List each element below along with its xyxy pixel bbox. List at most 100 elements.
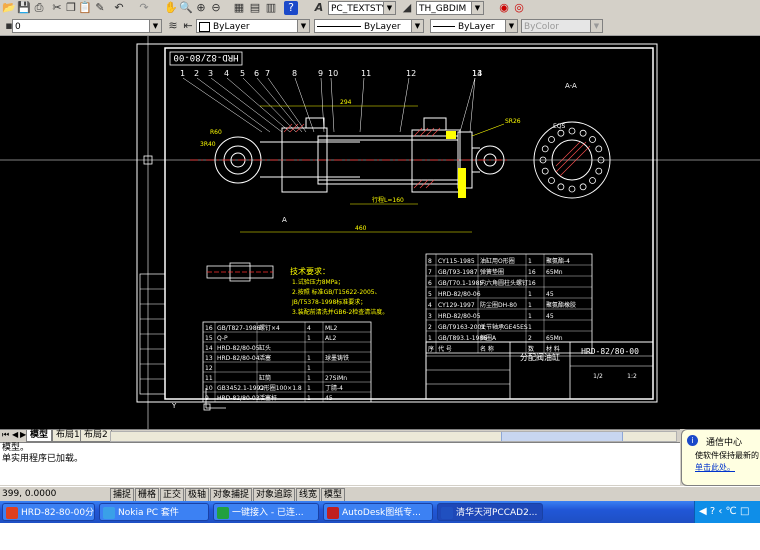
balloon-number: 6	[254, 69, 259, 78]
balloon-number: 1	[180, 69, 185, 78]
command-prompt[interactable]	[0, 465, 680, 476]
tab-model[interactable]: 模型	[26, 430, 53, 442]
taskbar-item-3[interactable]: AutoDesk图纸专...	[323, 503, 433, 521]
properties-icon[interactable]: ▦	[232, 1, 246, 15]
table-cell: 45	[546, 291, 554, 298]
table-cell: 11	[205, 375, 213, 382]
table-cell: 8	[428, 258, 432, 265]
text-style-icon[interactable]: A	[312, 1, 326, 15]
lineweight-combo[interactable]: ByLayer ▼	[430, 19, 518, 33]
open-icon[interactable]: 📂	[2, 1, 16, 15]
bolt-hole	[548, 136, 555, 143]
table-cell: 缸头	[259, 344, 271, 352]
make-current-layer-icon[interactable]: ≋	[166, 19, 180, 33]
command-line-2: 单实用程序已加载。	[2, 454, 84, 464]
print-icon[interactable]: ⎙	[32, 1, 46, 15]
table-cell: 7	[428, 269, 432, 276]
tech-line: 1.试验压力8MPa；	[292, 278, 344, 286]
command-window[interactable]: 模型。 单实用程序已加载。	[0, 442, 680, 485]
redo-icon[interactable]: ↷	[137, 1, 151, 15]
tray-icons[interactable]: ◀ ? ‹ ℃ □	[699, 506, 749, 517]
zoom-previous-icon[interactable]: ⊖	[209, 1, 223, 15]
pan-icon[interactable]: ✋	[164, 1, 178, 15]
undo-icon[interactable]: ↶	[112, 1, 126, 15]
notification-link[interactable]: 单击此处。	[695, 462, 735, 473]
balloon-number: 9	[318, 69, 323, 78]
stop-icon[interactable]: ◎	[512, 1, 526, 15]
color-value: ByLayer	[213, 22, 250, 32]
tab-layout1[interactable]: 布局1	[52, 430, 84, 442]
drawing-canvas[interactable]: HRD-82/80-00 1 2 3 4 5 6 7 8 9 10 11 12 13 14	[0, 36, 760, 429]
publish-icon[interactable]: ◉	[497, 1, 511, 15]
table-cell: GB/T827-1986	[217, 325, 261, 332]
color-combo[interactable]: ByLayer ▼	[196, 19, 310, 33]
dim-style-combo[interactable]: TH_GBDIM ▼	[416, 1, 484, 15]
status-toggle-6[interactable]: 线宽	[296, 488, 321, 502]
table-cell: Q-P	[217, 335, 228, 342]
balloon-number: 7	[265, 69, 270, 78]
dim-style-icon[interactable]: ◢	[400, 1, 414, 15]
taskbar-item-4[interactable]: 清华天河PCCAD2...	[437, 503, 543, 521]
match-prop-icon[interactable]: ✎	[93, 1, 107, 15]
chevron-down-icon: ▼	[149, 20, 161, 32]
table-cell: CY115-1985	[438, 258, 475, 265]
cut-icon[interactable]: ✂	[50, 1, 64, 15]
taskbar-item-0[interactable]: HRD-82-80-00分...	[2, 503, 95, 521]
table-cell: 65Mn	[546, 335, 563, 342]
table-cell: 关节轴承GE45ES	[480, 323, 528, 331]
balloon-number: 5	[240, 69, 245, 78]
tab-layout2[interactable]: 布局2	[80, 430, 112, 442]
plotstyle-combo[interactable]: ByColor ▼	[521, 19, 603, 33]
table-cell: 3	[428, 313, 432, 320]
save-icon[interactable]: 💾	[17, 1, 31, 15]
layer-combo[interactable]: 0 ▼	[12, 19, 162, 33]
layer-previous-icon[interactable]: ⇤	[181, 19, 195, 33]
svg-text:SR26: SR26	[505, 118, 521, 125]
drawing-svg: HRD-82/80-00 1 2 3 4 5 6 7 8 9 10 11 12 1314	[0, 36, 760, 429]
copy-icon[interactable]: ❐	[64, 1, 78, 15]
hatching	[283, 123, 441, 189]
app-icon	[217, 507, 229, 519]
status-toggle-4[interactable]: 对象捕捉	[210, 488, 253, 502]
bolt-hole	[541, 145, 549, 153]
tech-lines: 1.试验压力8MPa； 2.按照 标准GB/T15622-2005、 JB/T537…	[291, 278, 388, 316]
bolt-hole	[595, 167, 603, 175]
text-style-combo[interactable]: PC_TEXTSTYLE ▼	[328, 1, 396, 15]
table-cell: 1	[307, 395, 311, 402]
svg-text:3R40: 3R40	[200, 141, 216, 148]
table-cell: 活塞	[259, 354, 271, 362]
taskbar-item-1[interactable]: Nokia PC 套件	[99, 503, 209, 521]
table-cell: 丁腈-4	[325, 384, 343, 392]
tab-nav-prev-icon[interactable]: ◀	[12, 430, 18, 439]
scrollbar-thumb[interactable]	[501, 432, 623, 441]
zoom-realtime-icon[interactable]: 🔍	[179, 1, 193, 15]
status-toggle-3[interactable]: 极轴	[185, 488, 210, 502]
tool-palette-icon[interactable]: ▥	[264, 1, 278, 15]
layout-tabbar: ⏮ ◀ ▶ 模型 布局1 布局2	[0, 429, 680, 442]
bolt-hole	[568, 185, 576, 193]
info-icon: i	[687, 435, 698, 446]
tab-nav-first-icon[interactable]: ⏮	[2, 430, 9, 440]
table-cell: 4	[428, 302, 432, 309]
status-toggle-0[interactable]: 捕捉	[110, 488, 135, 502]
zoom-window-icon[interactable]: ⊕	[194, 1, 208, 15]
taskbar-item-label: 一键接入 - 已连...	[232, 508, 304, 518]
table-cell: 材 料	[546, 345, 560, 353]
notification-balloon[interactable]: i 通信中心 使软件保持最新的 单击此处。	[681, 429, 760, 486]
app-icon	[103, 507, 115, 519]
notification-title: 通信中心	[706, 438, 743, 448]
design-center-icon[interactable]: ▤	[248, 1, 262, 15]
status-toggle-7[interactable]: 模型	[321, 488, 346, 502]
taskbar-item-label: Nokia PC 套件	[118, 508, 179, 518]
balloon-number: 12	[406, 69, 416, 78]
linetype-combo[interactable]: ByLayer ▼	[314, 19, 424, 33]
horizontal-scrollbar[interactable]	[110, 431, 677, 442]
table-cell: AL2	[325, 335, 336, 342]
paste-icon[interactable]: 📋	[78, 1, 92, 15]
taskbar-item-2[interactable]: 一键接入 - 已连...	[213, 503, 319, 521]
balloon-leader	[226, 77, 291, 133]
status-toggle-1[interactable]: 栅格	[135, 488, 160, 502]
status-toggle-2[interactable]: 正交	[160, 488, 185, 502]
status-toggle-5[interactable]: 对象追踪	[253, 488, 296, 502]
help-icon[interactable]: ?	[284, 1, 298, 15]
